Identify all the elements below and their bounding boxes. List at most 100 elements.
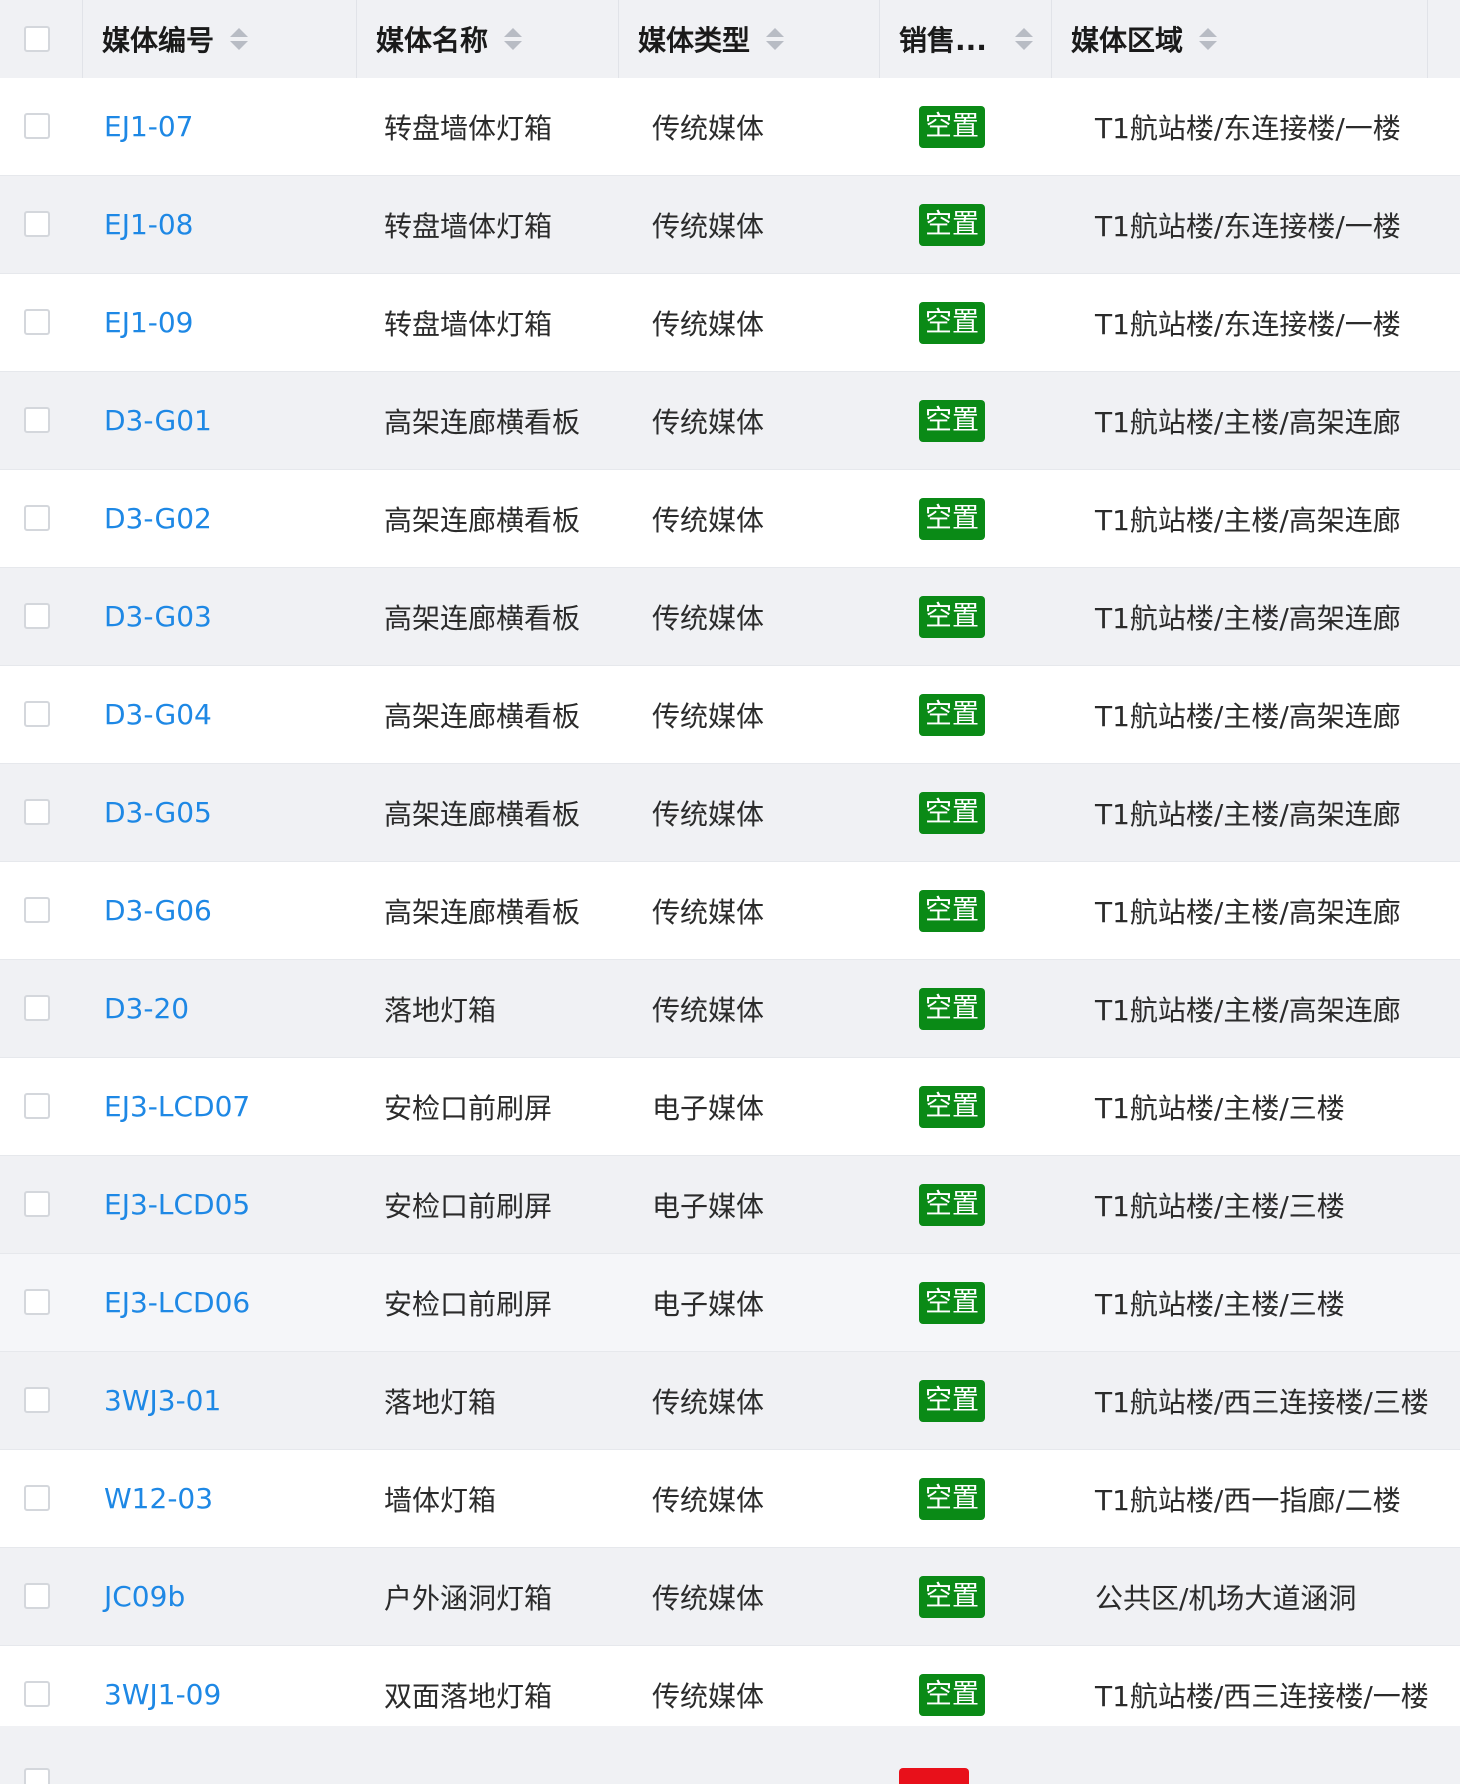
media-type: 传统媒体 (652, 209, 765, 243)
table-row[interactable]: 3WJ3-01 落地灯箱 传统媒体 空置 T1航站楼/西三连接楼/三楼 (0, 1352, 1460, 1450)
media-area: T1航站楼/主楼/高架连廊 (1095, 405, 1401, 439)
media-area: 公共区/机场大道涵洞 (1095, 1581, 1357, 1615)
media-type: 电子媒体 (652, 1189, 765, 1223)
row-checkbox[interactable] (24, 1191, 50, 1217)
media-type: 传统媒体 (652, 601, 765, 635)
status-badge: 空置 (919, 203, 985, 246)
column-header-type[interactable]: 媒体类型 (638, 0, 878, 78)
table-row[interactable]: EJ3-LCD06 安检口前刷屏 电子媒体 空置 T1航站楼/主楼/三楼 (0, 1254, 1460, 1352)
row-checkbox[interactable] (24, 897, 50, 923)
row-checkbox[interactable] (24, 1768, 50, 1784)
table-row[interactable]: EJ1-08 转盘墙体灯箱 传统媒体 空置 T1航站楼/东连接楼/一楼 (0, 176, 1460, 274)
table-row[interactable]: D3-G02 高架连廊横看板 传统媒体 空置 T1航站楼/主楼/高架连廊 (0, 470, 1460, 568)
status-cell: 空置 (919, 372, 985, 469)
media-code-link[interactable]: EJ3-LCD07 (104, 1058, 250, 1155)
status-cell: 空置 (919, 470, 985, 567)
media-code-link[interactable]: D3-G01 (104, 372, 212, 469)
row-checkbox[interactable] (24, 407, 50, 433)
media-name: 高架连廊横看板 (384, 405, 581, 439)
status-badge: 空置 (919, 1085, 985, 1128)
media-code-link[interactable]: D3-G04 (104, 666, 212, 763)
table-row[interactable]: D3-G04 高架连廊横看板 传统媒体 空置 T1航站楼/主楼/高架连廊 (0, 666, 1460, 764)
media-name: 安检口前刷屏 (384, 1287, 553, 1321)
sort-icon[interactable] (1014, 28, 1033, 50)
media-type: 传统媒体 (652, 797, 765, 831)
column-header-name[interactable]: 媒体名称 (376, 0, 616, 78)
media-type: 传统媒体 (652, 405, 765, 439)
column-header-code[interactable]: 媒体编号 (102, 0, 352, 78)
media-area: T1航站楼/主楼/高架连廊 (1095, 993, 1401, 1027)
row-checkbox[interactable] (24, 211, 50, 237)
media-code-link[interactable]: D3-G02 (104, 470, 212, 567)
media-area: T1航站楼/主楼/高架连廊 (1095, 797, 1401, 831)
media-type: 传统媒体 (652, 1581, 765, 1615)
row-checkbox[interactable] (24, 1583, 50, 1609)
row-checkbox[interactable] (24, 1387, 50, 1413)
status-badge: 空置 (919, 595, 985, 638)
media-name: 墙体灯箱 (384, 1483, 497, 1517)
status-cell: 空置 (919, 1156, 985, 1253)
row-checkbox[interactable] (24, 1093, 50, 1119)
media-name: 落地灯箱 (384, 993, 497, 1027)
row-checkbox[interactable] (24, 1485, 50, 1511)
table-row[interactable]: EJ3-LCD05 安检口前刷屏 电子媒体 空置 T1航站楼/主楼/三楼 (0, 1156, 1460, 1254)
media-code-link[interactable]: EJ1-07 (104, 78, 194, 175)
select-all-checkbox[interactable] (24, 26, 50, 52)
media-name: 户外涵洞灯箱 (384, 1581, 553, 1615)
media-type: 传统媒体 (652, 1483, 765, 1517)
media-type: 传统媒体 (652, 111, 765, 145)
table-row[interactable]: D3-G06 高架连廊横看板 传统媒体 空置 T1航站楼/主楼/高架连廊 (0, 862, 1460, 960)
row-checkbox[interactable] (24, 505, 50, 531)
media-code-link[interactable]: D3-G05 (104, 764, 212, 861)
column-divider (1051, 0, 1052, 78)
table-row[interactable]: EJ1-07 转盘墙体灯箱 传统媒体 空置 T1航站楼/东连接楼/一楼 (0, 78, 1460, 176)
status-badge: 空置 (919, 1281, 985, 1324)
table-row[interactable]: D3-G05 高架连廊横看板 传统媒体 空置 T1航站楼/主楼/高架连廊 (0, 764, 1460, 862)
row-checkbox[interactable] (24, 309, 50, 335)
table-row[interactable]: JC09b 户外涵洞灯箱 传统媒体 空置 公共区/机场大道涵洞 (0, 1548, 1460, 1646)
media-code-link[interactable]: EJ3-LCD05 (104, 1156, 250, 1253)
row-checkbox[interactable] (24, 995, 50, 1021)
table-row[interactable]: EJ3-LCD07 安检口前刷屏 电子媒体 空置 T1航站楼/主楼/三楼 (0, 1058, 1460, 1156)
media-code-link[interactable]: EJ1-09 (104, 274, 194, 371)
media-code-link[interactable]: D3-G03 (104, 568, 212, 665)
media-code-link[interactable]: 3WJ3-01 (104, 1352, 221, 1449)
sort-icon[interactable] (504, 28, 523, 50)
table-row[interactable]: W12-03 墙体灯箱 传统媒体 空置 T1航站楼/西一指廊/二楼 (0, 1450, 1460, 1548)
row-checkbox[interactable] (24, 799, 50, 825)
table-row-partial[interactable] (0, 1726, 1460, 1784)
media-code-link[interactable]: D3-G06 (104, 862, 212, 959)
row-checkbox[interactable] (24, 113, 50, 139)
sort-icon[interactable] (1199, 28, 1218, 50)
media-name: 高架连廊横看板 (384, 503, 581, 537)
media-area: T1航站楼/西一指廊/二楼 (1095, 1483, 1401, 1517)
media-code-link[interactable]: EJ1-08 (104, 176, 194, 273)
media-name: 转盘墙体灯箱 (384, 209, 553, 243)
media-name: 转盘墙体灯箱 (384, 111, 553, 145)
row-checkbox[interactable] (24, 1289, 50, 1315)
table-row[interactable]: D3-G03 高架连廊横看板 传统媒体 空置 T1航站楼/主楼/高架连廊 (0, 568, 1460, 666)
column-header-status[interactable]: 销售... (899, 0, 1049, 78)
sort-icon[interactable] (766, 28, 785, 50)
table-row[interactable]: D3-20 落地灯箱 传统媒体 空置 T1航站楼/主楼/高架连廊 (0, 960, 1460, 1058)
media-area: T1航站楼/主楼/高架连廊 (1095, 699, 1401, 733)
status-badge: 空置 (919, 1477, 985, 1520)
status-cell: 空置 (919, 1548, 985, 1645)
table-row[interactable]: D3-G01 高架连廊横看板 传统媒体 空置 T1航站楼/主楼/高架连廊 (0, 372, 1460, 470)
media-area: T1航站楼/东连接楼/一楼 (1095, 209, 1401, 243)
row-checkbox[interactable] (24, 603, 50, 629)
status-cell: 空置 (919, 666, 985, 763)
media-code-link[interactable]: W12-03 (104, 1450, 213, 1547)
row-checkbox[interactable] (24, 701, 50, 727)
status-badge: 空置 (919, 105, 985, 148)
media-code-link[interactable]: D3-20 (104, 960, 189, 1057)
media-name: 高架连廊横看板 (384, 699, 581, 733)
media-code-link[interactable]: JC09b (104, 1548, 185, 1645)
media-code-link[interactable]: EJ3-LCD06 (104, 1254, 250, 1351)
sort-icon[interactable] (230, 28, 249, 50)
table-row[interactable]: EJ1-09 转盘墙体灯箱 传统媒体 空置 T1航站楼/东连接楼/一楼 (0, 274, 1460, 372)
row-checkbox[interactable] (24, 1681, 50, 1707)
status-badge: 空置 (919, 399, 985, 442)
column-header-area[interactable]: 媒体区域 (1071, 0, 1371, 78)
column-header-label: 媒体名称 (376, 24, 489, 57)
